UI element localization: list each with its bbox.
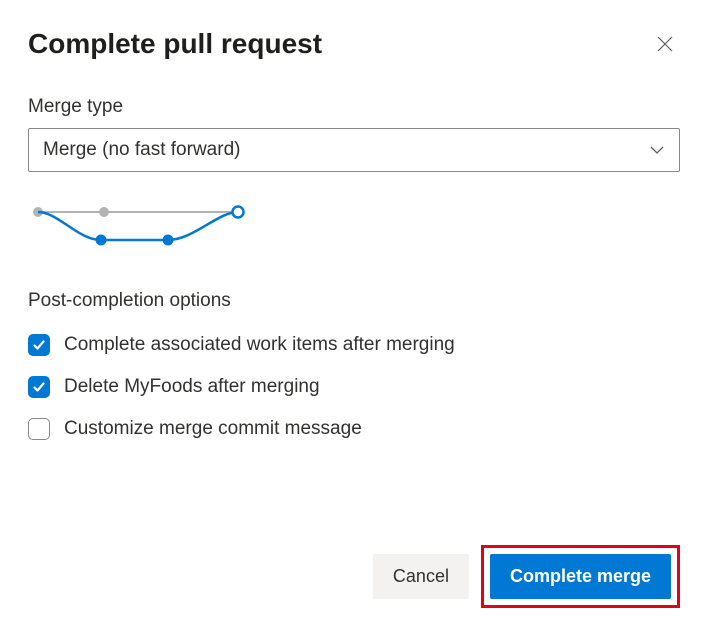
dialog-title: Complete pull request [28, 28, 322, 60]
complete-merge-button[interactable]: Complete merge [490, 554, 671, 599]
merge-type-select[interactable]: Merge (no fast forward) [28, 128, 680, 172]
checkbox-customize-message[interactable]: Customize merge commit message [28, 418, 680, 440]
dialog-footer: Cancel Complete merge [28, 545, 680, 608]
highlight-annotation: Complete merge [481, 545, 680, 608]
close-icon [656, 35, 674, 53]
complete-pull-request-dialog: Complete pull request Merge type Merge (… [0, 0, 708, 636]
checkbox-input[interactable] [28, 334, 50, 356]
close-button[interactable] [650, 29, 680, 59]
checkbox-label: Complete associated work items after mer… [64, 334, 455, 356]
checkbox-input[interactable] [28, 418, 50, 440]
merge-type-label: Merge type [28, 96, 680, 118]
checkbox-input[interactable] [28, 376, 50, 398]
checkbox-complete-work-items[interactable]: Complete associated work items after mer… [28, 334, 680, 356]
merge-type-value: Merge (no fast forward) [43, 139, 240, 161]
cancel-button[interactable]: Cancel [373, 554, 469, 599]
checkbox-delete-branch[interactable]: Delete MyFoods after merging [28, 376, 680, 398]
checkmark-icon [32, 338, 46, 352]
checkmark-icon [32, 380, 46, 394]
checkbox-label: Delete MyFoods after merging [64, 376, 320, 398]
merge-graph-icon [28, 200, 248, 250]
chevron-down-icon [649, 142, 665, 158]
post-completion-heading: Post-completion options [28, 290, 680, 312]
dialog-header: Complete pull request [28, 28, 680, 60]
checkbox-label: Customize merge commit message [64, 418, 362, 440]
